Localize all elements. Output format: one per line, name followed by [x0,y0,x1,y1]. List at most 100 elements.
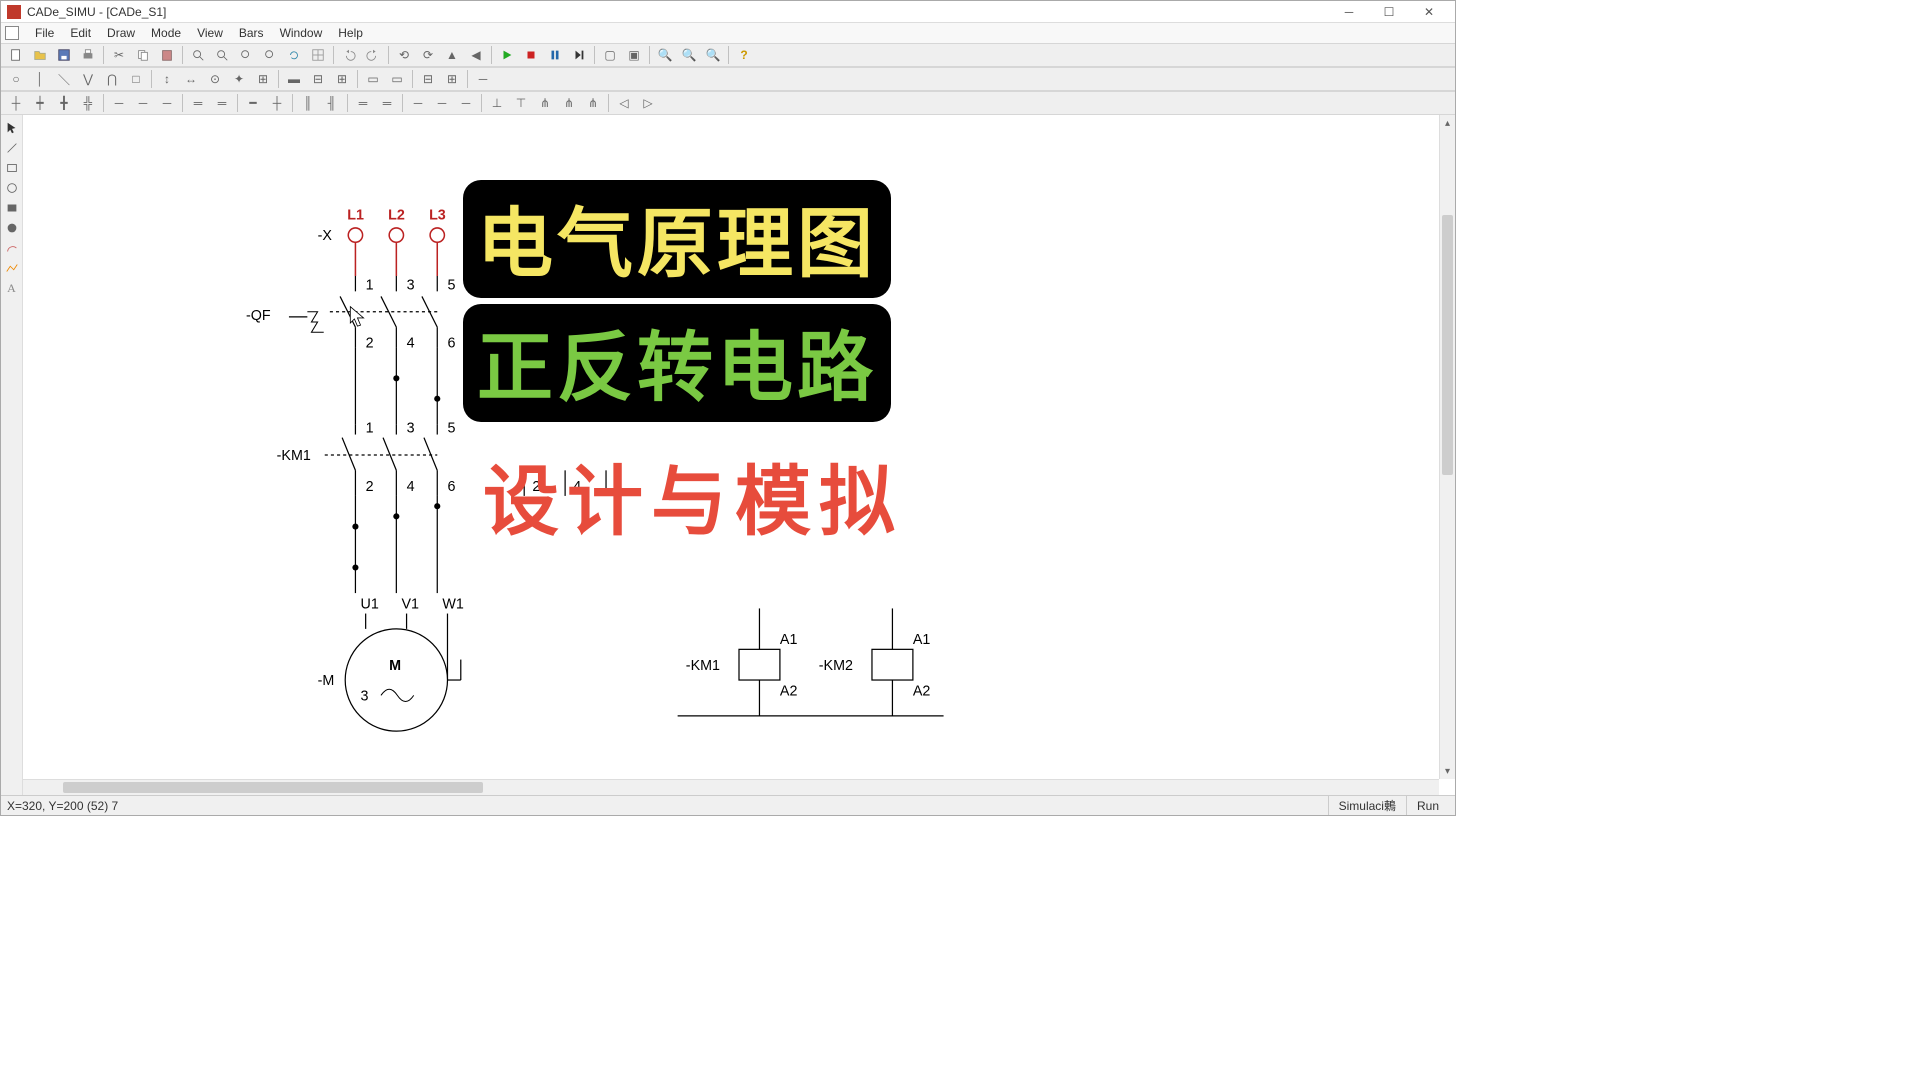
wire-25[interactable]: ▷ [637,93,659,113]
zoom-in-button[interactable] [187,45,209,65]
hscroll-thumb[interactable] [63,782,483,793]
undo-button[interactable] [338,45,360,65]
zoom2-in-button[interactable]: 🔍 [654,45,676,65]
comp-13[interactable]: ⊟ [307,69,329,89]
comp-7[interactable]: ↕ [156,69,178,89]
copy-button[interactable] [132,45,154,65]
wire-18[interactable]: ─ [455,93,477,113]
zoom-out-button[interactable] [211,45,233,65]
open-button[interactable] [29,45,51,65]
line-tool[interactable] [3,139,21,157]
wire-16[interactable]: ─ [407,93,429,113]
minimize-button[interactable]: ─ [1329,2,1369,22]
comp-3[interactable]: ＼ [53,69,75,89]
wire-22[interactable]: ⋔ [558,93,580,113]
comp-16[interactable]: ▭ [386,69,408,89]
refresh-button[interactable] [283,45,305,65]
comp-12[interactable]: ▬ [283,69,305,89]
rotate-left-button[interactable]: ⟲ [393,45,415,65]
wire-11[interactable]: ┼ [266,93,288,113]
wire-4[interactable]: ╬ [77,93,99,113]
scroll-up-icon[interactable]: ▴ [1440,115,1455,131]
comp-18[interactable]: ⊞ [441,69,463,89]
rotate-right-button[interactable]: ⟳ [417,45,439,65]
comp-9[interactable]: ⊙ [204,69,226,89]
menu-bars[interactable]: Bars [231,26,272,40]
wire-19[interactable]: ⊥ [486,93,508,113]
print-button[interactable] [77,45,99,65]
fillcircle-tool[interactable] [3,219,21,237]
doc-icon[interactable] [5,26,19,40]
new-button[interactable] [5,45,27,65]
canvas-area[interactable]: L1 L2 L3 -X 1 3 5 [23,115,1455,795]
zoom-window-button[interactable] [235,45,257,65]
wire-7[interactable]: ─ [156,93,178,113]
wire-9[interactable]: ═ [211,93,233,113]
comp-14[interactable]: ⊞ [331,69,353,89]
vertical-scrollbar[interactable]: ▴ ▾ [1439,115,1455,779]
vscroll-thumb[interactable] [1442,215,1453,475]
menu-draw[interactable]: Draw [99,26,143,40]
wire-5[interactable]: ─ [108,93,130,113]
menu-window[interactable]: Window [272,26,331,40]
circle-tool[interactable] [3,179,21,197]
play-button[interactable] [496,45,518,65]
wire-2[interactable]: ┿ [29,93,51,113]
mirror-v-button[interactable]: ◀ [465,45,487,65]
mirror-h-button[interactable]: ▲ [441,45,463,65]
wire-14[interactable]: ═ [352,93,374,113]
wire-20[interactable]: ⊤ [510,93,532,113]
pause-button[interactable] [544,45,566,65]
comp-19[interactable]: ─ [472,69,494,89]
comp-1[interactable]: ○ [5,69,27,89]
stop-button[interactable] [520,45,542,65]
wire-1[interactable]: ┼ [5,93,27,113]
paste-button[interactable] [156,45,178,65]
maximize-button[interactable]: ☐ [1369,2,1409,22]
fillrect-tool[interactable] [3,199,21,217]
save-button[interactable] [53,45,75,65]
wire-21[interactable]: ⋔ [534,93,556,113]
menu-edit[interactable]: Edit [62,26,99,40]
menu-help[interactable]: Help [330,26,371,40]
wire-15[interactable]: ═ [376,93,398,113]
polyline-tool[interactable] [3,259,21,277]
wire-24[interactable]: ◁ [613,93,635,113]
wire-17[interactable]: ─ [431,93,453,113]
cut-button[interactable]: ✂ [108,45,130,65]
menu-mode[interactable]: Mode [143,26,189,40]
horizontal-scrollbar[interactable] [23,779,1439,795]
close-button[interactable]: ✕ [1409,2,1449,22]
comp-4[interactable]: ⋁ [77,69,99,89]
wire-23[interactable]: ⋔ [582,93,604,113]
tool-a-button[interactable]: ▢ [599,45,621,65]
wire-6[interactable]: ─ [132,93,154,113]
comp-6[interactable]: □ [125,69,147,89]
wire-10[interactable]: ━ [242,93,264,113]
wire-8[interactable]: ═ [187,93,209,113]
comp-2[interactable]: │ [29,69,51,89]
comp-17[interactable]: ⊟ [417,69,439,89]
wire-3[interactable]: ╋ [53,93,75,113]
comp-5[interactable]: ⋂ [101,69,123,89]
comp-15[interactable]: ▭ [362,69,384,89]
zoom2-out-button[interactable]: 🔍 [678,45,700,65]
comp-8[interactable]: ↔ [180,69,202,89]
tool-b-button[interactable]: ▣ [623,45,645,65]
comp-11[interactable]: ⊞ [252,69,274,89]
scroll-down-icon[interactable]: ▾ [1440,763,1455,779]
pointer-tool[interactable] [3,119,21,137]
redo-button[interactable] [362,45,384,65]
help-button[interactable]: ? [733,45,755,65]
menu-file[interactable]: File [27,26,62,40]
wire-12[interactable]: ║ [297,93,319,113]
rect-tool[interactable] [3,159,21,177]
wire-13[interactable]: ╢ [321,93,343,113]
zoom-fit-button[interactable] [259,45,281,65]
menu-view[interactable]: View [189,26,231,40]
step-button[interactable] [568,45,590,65]
comp-10[interactable]: ✦ [228,69,250,89]
arc-tool[interactable] [3,239,21,257]
zoom2-fit-button[interactable]: 🔍 [702,45,724,65]
text-tool[interactable]: A [3,279,21,297]
